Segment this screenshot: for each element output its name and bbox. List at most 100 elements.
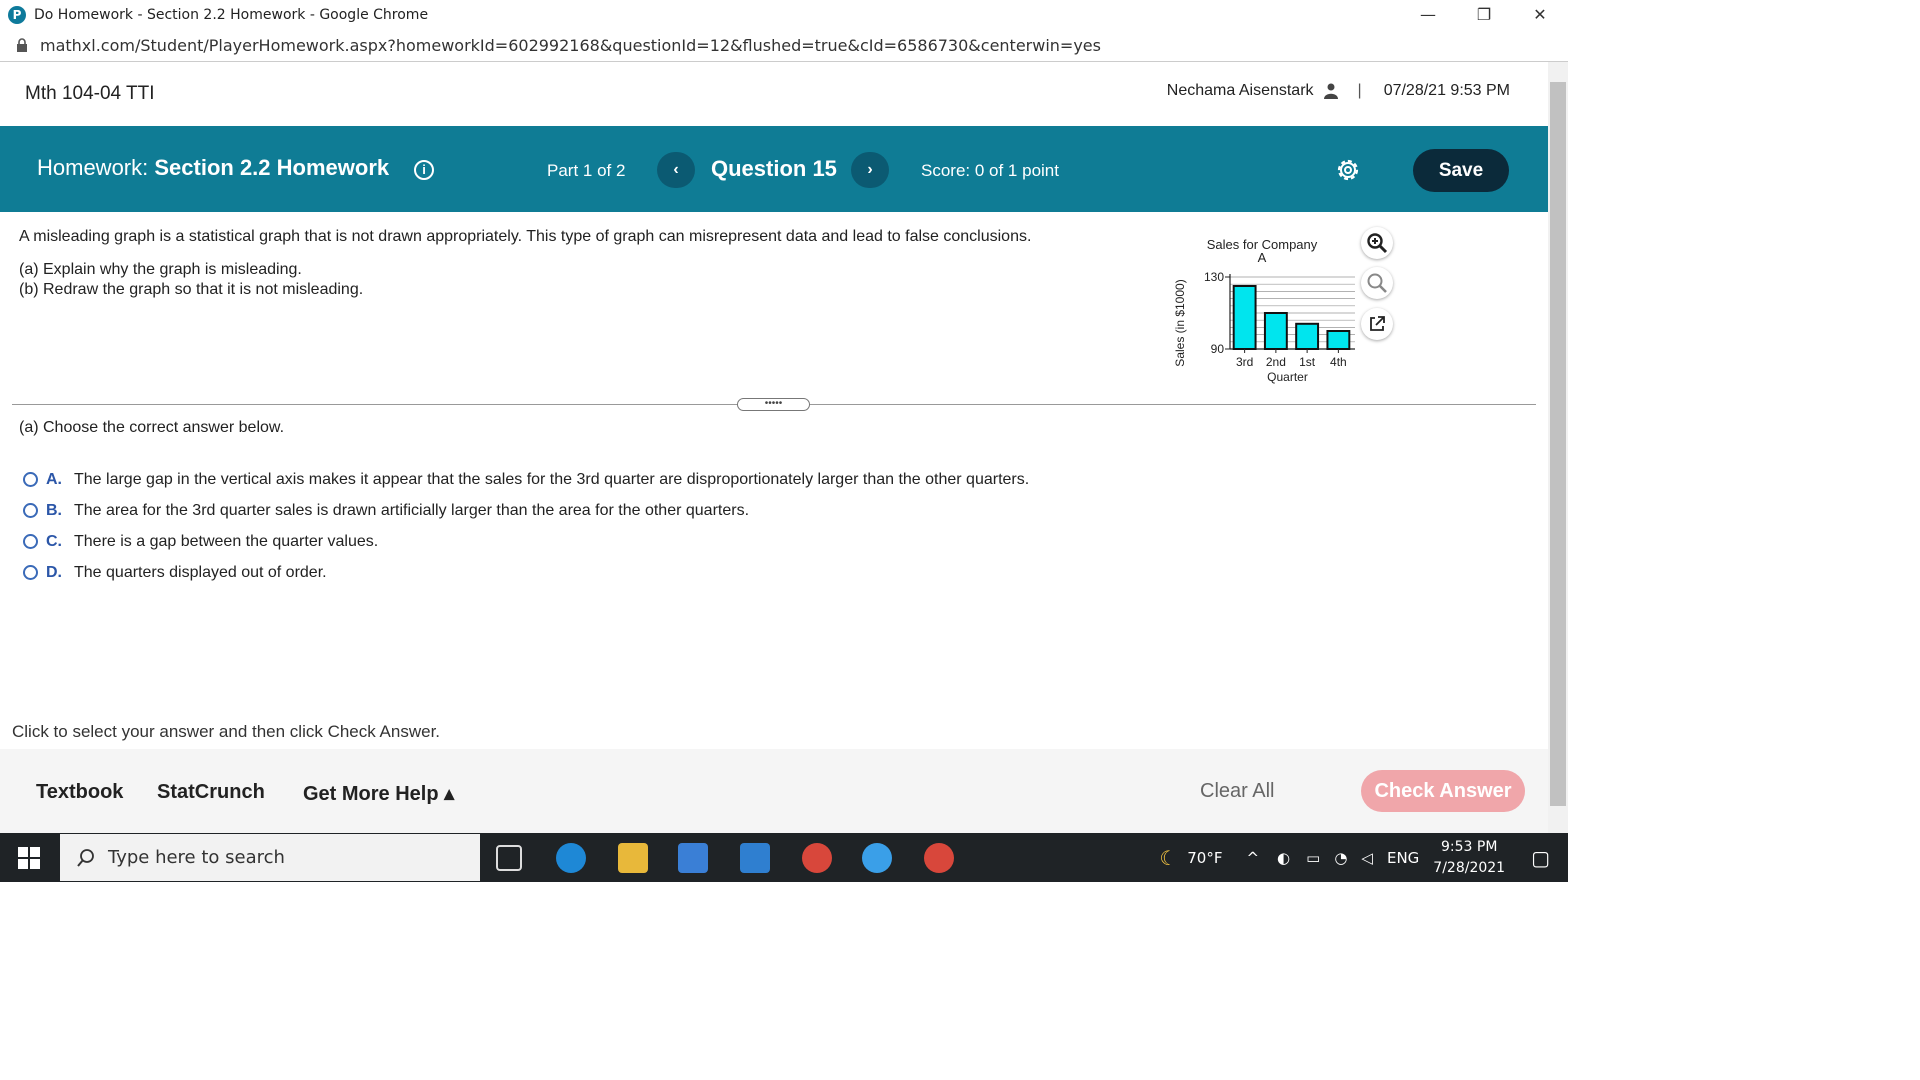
choice-text[interactable]: There is a gap between the quarter value… <box>74 533 378 551</box>
search-icon <box>77 848 94 867</box>
bar-3rd <box>1232 285 1257 350</box>
wifi-icon[interactable]: ◔ <box>1334 849 1347 867</box>
windows-start-icon[interactable] <box>18 847 40 869</box>
minimize-icon[interactable]: — <box>1400 0 1456 29</box>
browser-titlebar: P Do Homework - Section 2.2 Homework - G… <box>0 0 1568 29</box>
score-text: Score: 0 of 1 point <box>921 161 1059 180</box>
clock-date: 7/28/2021 <box>1433 859 1506 876</box>
system-tray: ☾ 70°F ^ ◐ ▭ ◔ ◁ ENG 9:53 PM 7/28/2021 ▢ <box>1159 833 1568 882</box>
user-info: Nechama Aisenstark | 07/28/21 9:53 PM <box>1167 82 1510 100</box>
choice-letter: A. <box>46 470 62 488</box>
page-scrollbar[interactable] <box>1548 62 1568 833</box>
chart-title-line2: A <box>1258 250 1267 265</box>
battery-icon[interactable]: ▭ <box>1306 849 1320 867</box>
network-icon[interactable]: ◐ <box>1277 849 1290 867</box>
popout-button[interactable] <box>1361 308 1393 340</box>
choice-text[interactable]: The quarters displayed out of order. <box>74 564 327 582</box>
textbook-link[interactable]: Textbook <box>36 781 123 804</box>
x-tick-label: 3rd <box>1236 355 1253 369</box>
volume-icon[interactable]: ◁ <box>1361 849 1373 867</box>
get-more-help-menu[interactable]: Get More Help ▴ <box>303 781 454 806</box>
zoom-out-icon <box>1367 273 1387 293</box>
previous-question-button[interactable]: ‹ <box>657 152 695 188</box>
x-tick-label: 4th <box>1330 355 1347 369</box>
clear-all-button[interactable]: Clear All <box>1200 780 1274 803</box>
radio-b[interactable] <box>23 503 38 518</box>
bar-4th <box>1326 330 1351 350</box>
radio-a[interactable] <box>23 472 38 487</box>
gear-icon[interactable] <box>1334 156 1362 184</box>
moon-icon: ☾ <box>1159 845 1178 870</box>
x-axis-label: Quarter <box>1267 370 1308 384</box>
next-question-button[interactable]: › <box>851 152 889 188</box>
task-view-icon[interactable] <box>496 845 522 871</box>
edge-icon[interactable] <box>556 843 586 873</box>
tips-icon[interactable] <box>862 843 892 873</box>
bar-2nd <box>1263 312 1288 350</box>
zoom-out-button[interactable] <box>1361 267 1393 299</box>
footer-bar: Textbook StatCrunch Get More Help ▴ Clea… <box>0 749 1548 833</box>
taskbar-search[interactable]: Type here to search <box>60 834 480 881</box>
radio-d[interactable] <box>23 565 38 580</box>
choice-a[interactable]: A. The large gap in the vertical axis ma… <box>23 464 1029 495</box>
y-tick-label: 130 <box>1204 270 1224 284</box>
notifications-icon[interactable]: ▢ <box>1531 846 1550 870</box>
info-icon[interactable]: i <box>414 160 434 180</box>
chrome-icon[interactable] <box>802 843 832 873</box>
divider-grip[interactable]: ••••• <box>737 398 810 411</box>
window-controls: — ❐ ✕ <box>1400 0 1568 29</box>
sales-chart: Sales for Company A 90 130 3rd 2nd 1st 4th Quart… <box>1160 230 1360 390</box>
y-axis-label: Sales (in $1000) <box>1173 279 1187 366</box>
radio-c[interactable] <box>23 534 38 549</box>
choice-letter: D. <box>46 563 62 581</box>
taskbar-clock[interactable]: 9:53 PM 7/28/2021 <box>1433 837 1505 879</box>
close-icon[interactable]: ✕ <box>1512 0 1568 29</box>
y-tick-label: 90 <box>1211 342 1225 356</box>
answer-choices: A. The large gap in the vertical axis ma… <box>23 464 1029 588</box>
user-icon <box>1323 83 1338 99</box>
scrollbar-thumb[interactable] <box>1550 82 1566 806</box>
restore-icon[interactable]: ❐ <box>1456 0 1512 29</box>
user-name: Nechama Aisenstark <box>1166 82 1314 99</box>
part-indicator: Part 1 of 2 <box>547 161 626 180</box>
pearson-logo-icon: P <box>8 5 26 24</box>
question-part-b: (b) Redraw the graph so that it is not m… <box>19 281 364 298</box>
choice-letter: C. <box>46 532 62 550</box>
statcrunch-link[interactable]: StatCrunch <box>157 781 265 804</box>
language-indicator[interactable]: ENG <box>1387 849 1419 867</box>
chevron-up-icon[interactable]: ^ <box>1246 849 1259 867</box>
instruction-text: Click to select your answer and then cli… <box>12 722 441 741</box>
url-text[interactable]: mathxl.com/Student/PlayerHomework.aspx?h… <box>40 36 1101 55</box>
chart-svg: Sales for CompanyA901303rd 2nd 1st 4thQuart… <box>1173 237 1355 384</box>
save-button[interactable]: Save <box>1413 149 1509 192</box>
part-a-prompt: (a) Choose the correct answer below. <box>19 419 285 436</box>
choice-d[interactable]: D. The quarters displayed out of order. <box>23 557 1029 588</box>
mail-icon[interactable] <box>740 843 770 873</box>
zoom-in-icon <box>1367 233 1388 254</box>
address-bar[interactable]: mathxl.com/Student/PlayerHomework.aspx?h… <box>0 29 1568 62</box>
store-icon[interactable] <box>678 843 708 873</box>
choice-text[interactable]: The area for the 3rd quarter sales is dr… <box>74 502 749 520</box>
x-tick-label: 2nd <box>1266 355 1286 369</box>
header-datetime: 07/28/21 9:53 PM <box>1383 82 1510 99</box>
clock-time: 9:53 PM <box>1440 838 1498 855</box>
choice-c[interactable]: C. There is a gap between the quarter va… <box>23 526 1029 557</box>
chrome-profile-icon[interactable] <box>924 843 954 873</box>
homework-banner: Homework: Section 2.2 Homework i Part 1 … <box>0 126 1548 212</box>
homework-name: Section 2.2 Homework <box>154 155 390 180</box>
question-part-a: (a) Explain why the graph is misleading. <box>19 261 302 278</box>
x-tick-label: 1st <box>1299 355 1316 369</box>
external-link-icon <box>1370 316 1385 331</box>
separator: | <box>1357 82 1362 99</box>
question-number[interactable]: Question 15 <box>711 156 837 182</box>
search-placeholder: Type here to search <box>108 847 285 868</box>
choice-b[interactable]: B. The area for the 3rd quarter sales is… <box>23 495 1029 526</box>
weather-text[interactable]: 70°F <box>1187 849 1222 867</box>
window-title: Do Homework - Section 2.2 Homework - Goo… <box>34 6 429 23</box>
zoom-in-button[interactable] <box>1361 227 1393 259</box>
file-explorer-icon[interactable] <box>618 843 648 873</box>
question-text: A misleading graph is a statistical grap… <box>19 227 1031 300</box>
course-header: Mth 104-04 TTI Nechama Aisenstark | 07/2… <box>0 62 1548 126</box>
choice-text[interactable]: The large gap in the vertical axis makes… <box>74 471 1029 489</box>
check-answer-button[interactable]: Check Answer <box>1361 770 1525 812</box>
